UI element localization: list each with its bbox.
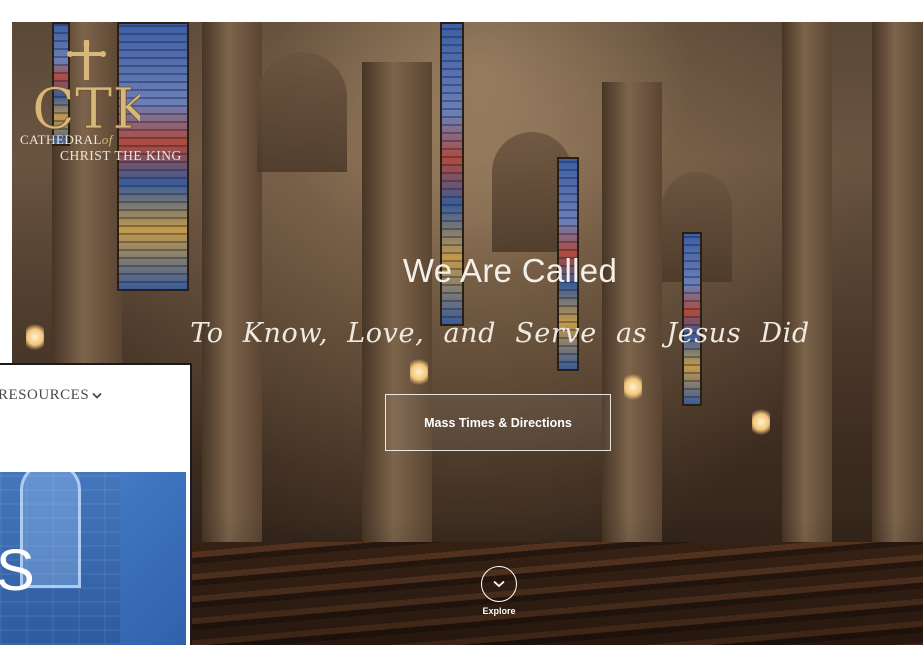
- site-logo[interactable]: CTK CATHEDRALof CHRIST THE KING: [20, 40, 230, 180]
- inset-image-text: S: [0, 538, 35, 603]
- cross-icon: CTK: [32, 40, 156, 142]
- wall-lamp: [26, 322, 44, 352]
- arch: [257, 52, 347, 172]
- chevron-down-icon: [493, 580, 505, 588]
- hero-tagline: To Know, Love, and Serve as Jesus Did: [190, 318, 810, 349]
- pillar: [872, 22, 923, 582]
- logo-text-line2: CHRIST THE KING: [60, 148, 182, 163]
- svg-text:CTK: CTK: [32, 77, 140, 132]
- wall-lamp: [624, 372, 642, 402]
- logo-text-line1: CATHEDRALof: [20, 132, 113, 147]
- hero-headline: We Are Called: [402, 252, 618, 289]
- explore-circle: [481, 566, 517, 602]
- inset-image: S: [0, 472, 186, 645]
- inset-snippet: RESOURCES S: [0, 365, 190, 645]
- wall-lamp: [752, 407, 770, 437]
- logo-monogram: CTK: [30, 40, 156, 142]
- chevron-down-icon: [92, 387, 102, 404]
- nav-item-resources[interactable]: RESOURCES: [0, 387, 102, 404]
- explore-label: Explore: [482, 606, 516, 616]
- pillar: [782, 22, 832, 562]
- nav-item-label: RESOURCES: [0, 387, 90, 403]
- mass-times-directions-button[interactable]: Mass Times & Directions: [385, 394, 611, 451]
- explore-button[interactable]: Explore: [478, 566, 520, 616]
- wall-lamp: [410, 357, 428, 387]
